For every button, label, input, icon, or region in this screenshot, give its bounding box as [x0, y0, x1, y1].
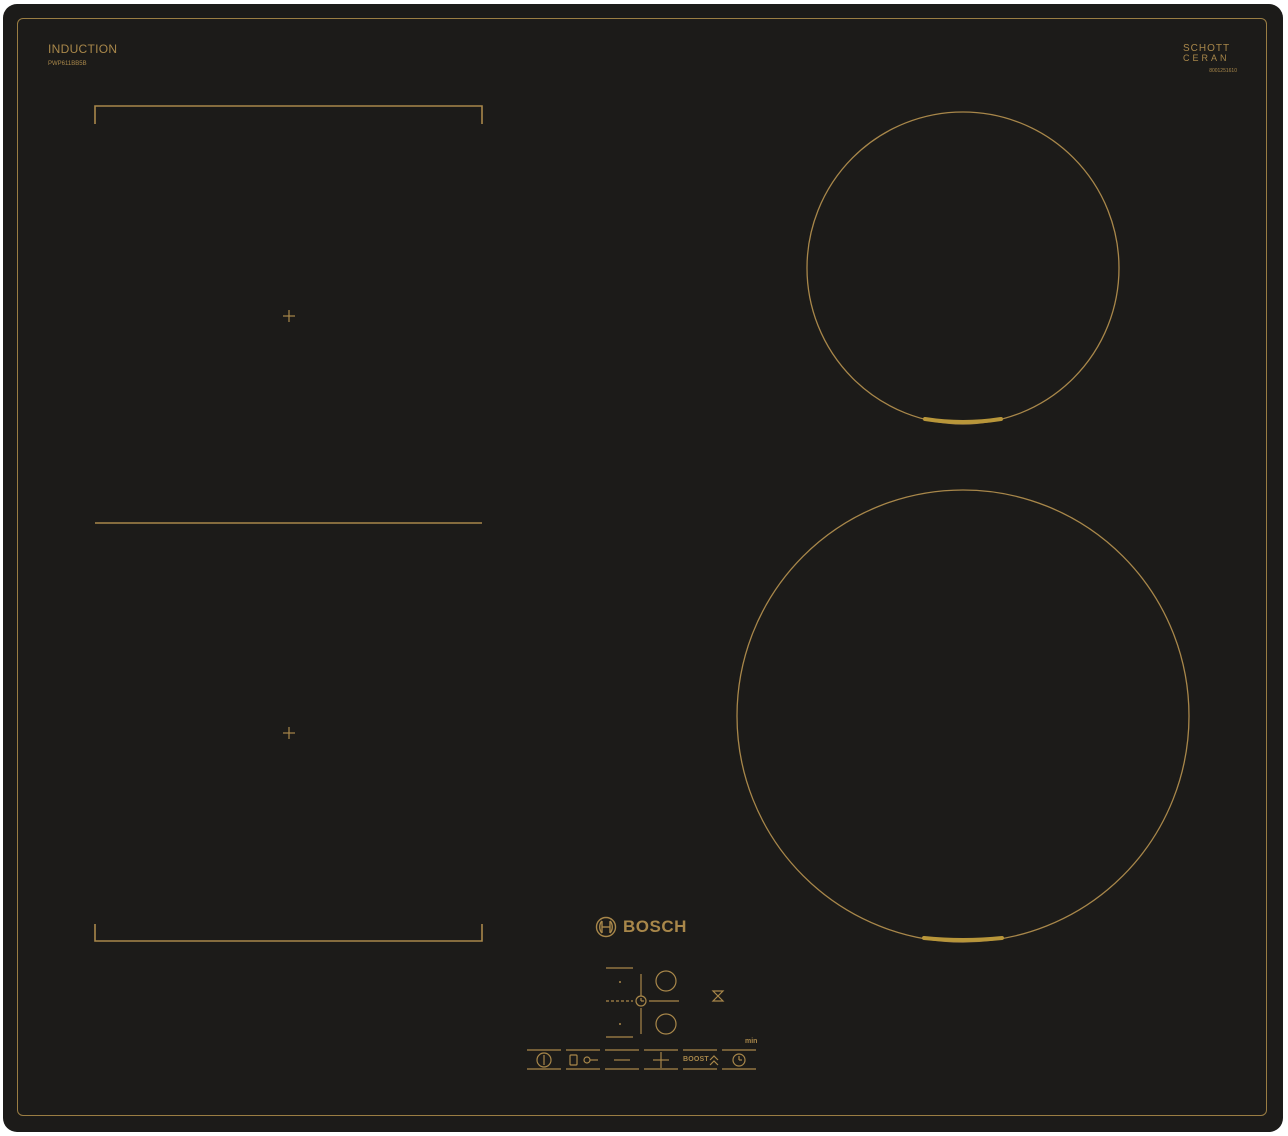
flex-zone-top-marker	[94, 105, 483, 124]
flex-zone-rear-center-mark	[283, 310, 295, 322]
flex-zone-front-center-mark	[283, 727, 295, 739]
model-number: PWP611BB5B	[48, 61, 87, 67]
timer-button[interactable]	[732, 1053, 746, 1067]
zone-select-bottom-indicator[interactable]	[655, 1013, 677, 1035]
rear-right-zone-marker	[923, 417, 1003, 424]
front-right-zone-marker	[922, 936, 1004, 942]
power-button[interactable]	[536, 1052, 552, 1068]
front-right-zone-ring	[736, 489, 1190, 943]
boost-chevron-icon[interactable]	[709, 1055, 719, 1066]
hob-graphics	[94, 105, 1190, 1070]
flex-zone-bottom-marker	[94, 924, 483, 942]
zone-dot-top	[619, 981, 621, 983]
timer-min-label: min	[745, 1038, 758, 1045]
plus-button[interactable]	[653, 1052, 669, 1068]
bosch-logo: BOSCH	[595, 915, 687, 939]
bosch-brand-text: BOSCH	[623, 917, 687, 936]
ceran-text: CERAN	[1183, 53, 1230, 63]
zone-select-top-indicator[interactable]	[655, 970, 677, 992]
zone-dot-bottom	[619, 1023, 621, 1025]
rear-right-zone-ring	[806, 111, 1120, 425]
glass-code: 8001251610	[1209, 68, 1237, 74]
egg-timer-icon[interactable]	[711, 990, 725, 1002]
induction-hob: INDUCTION PWP611BB5B SCHOTT CERAN 800125…	[3, 4, 1283, 1132]
timer-zone-icon[interactable]	[635, 995, 647, 1007]
schott-ceran-logo: SCHOTT CERAN 8001251610	[1183, 44, 1245, 74]
bosch-armature-icon	[595, 916, 617, 938]
induction-label: INDUCTION	[48, 42, 118, 56]
child-lock-button[interactable]	[569, 1054, 598, 1066]
boost-label[interactable]: BOOST	[683, 1056, 709, 1063]
